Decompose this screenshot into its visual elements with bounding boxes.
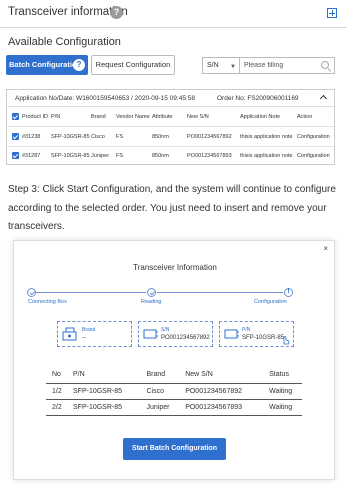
transceiver-dialog: × Transceiver Information Connecting Box… [13, 240, 335, 480]
step-label: Configuration [254, 299, 287, 305]
card-label: Brand [82, 327, 96, 333]
pn-card: P/N SFP-10GSR-85 [219, 321, 294, 347]
card-value: SFP-10GSR-85 [242, 335, 285, 341]
stepper-line [36, 292, 146, 293]
column-header: Brand [91, 114, 106, 120]
cell-product-id: #31287 [22, 153, 41, 159]
configuration-link[interactable]: Configuration [297, 153, 330, 159]
card-label: S/N [161, 327, 170, 333]
cell-sn: PO001234567893 [187, 153, 232, 159]
column-header: Brand [140, 367, 180, 384]
column-header: Action [297, 114, 313, 120]
checkbox-checked-icon[interactable] [12, 133, 19, 140]
cell-brand: Cisco [91, 134, 105, 140]
help-icon[interactable]: ? [73, 59, 85, 71]
search-field-select[interactable]: S/N ▼ [202, 57, 240, 74]
cell-pn: SFP-10GSR-85 [67, 399, 141, 416]
chevron-down-icon: ▼ [230, 64, 236, 70]
order-header[interactable]: Application No/Date: W1600159540653 / 20… [7, 90, 334, 107]
column-header: Attribute [152, 114, 173, 120]
cell-sn: PO001234567892 [179, 383, 264, 400]
step-instructions: Step 3: Click Start Configuration, and t… [8, 184, 336, 233]
cell-pn: SFP-10GSR-85 [51, 134, 90, 140]
cell-pn: SFP-10GSR-85 [51, 153, 90, 159]
cell-no: 2/2 [46, 399, 67, 416]
box-icon [62, 327, 77, 341]
configuration-link[interactable]: Configuration [297, 134, 330, 140]
cell-vendor: FS [116, 153, 124, 159]
expand-icon[interactable] [327, 8, 337, 18]
cell-no: 1/2 [46, 383, 67, 400]
cell-sn: PO001234567892 [187, 134, 232, 140]
start-batch-configuration-button[interactable]: Start Batch Configuration [123, 438, 226, 460]
application-number: Application No/Date: W1600159540653 / 20… [15, 95, 195, 102]
order-number: Order No: FS200906001169 [217, 95, 299, 102]
divider [7, 146, 334, 147]
section-title: Available Configuration [8, 36, 121, 48]
table-row: 1/2 SFP-10GSR-85 Cisco PO001234567892 Wa… [46, 383, 302, 400]
step-label: Reading [141, 299, 162, 305]
transceiver-icon [143, 329, 158, 339]
status-table: No P/N Brand New S/N Status 1/2 SFP-10GS… [46, 367, 302, 416]
divider [7, 126, 334, 127]
cell-status: Waiting [263, 399, 302, 416]
search-icon[interactable] [321, 61, 329, 69]
card-label: P/N [242, 327, 251, 333]
table-header-row: No P/N Brand New S/N Status [46, 367, 302, 384]
column-header: Status [263, 367, 302, 384]
help-icon[interactable]: ? [110, 6, 123, 19]
stepper-line [157, 292, 283, 293]
chevron-up-icon[interactable] [319, 94, 328, 103]
hand-pointer-icon [283, 336, 290, 345]
step-complete-icon [27, 288, 36, 297]
order-card: Application No/Date: W1600159540653 / 20… [6, 89, 335, 165]
cell-pn: SFP-10GSR-85 [67, 383, 141, 400]
cell-vendor: FS [116, 134, 124, 140]
checkbox-checked-icon[interactable] [12, 113, 19, 120]
cell-product-id: #31238 [22, 134, 41, 140]
tab-batch-label: Batch Configuration [9, 60, 82, 69]
card-value: -- [82, 335, 86, 341]
dialog-title: Transceiver Information [133, 263, 217, 272]
step-label: Connecting Box [28, 299, 67, 305]
column-header: Application Note [240, 114, 281, 120]
tab-request-configuration[interactable]: Request Configuration [91, 55, 175, 75]
tab-batch-configuration[interactable]: Batch Configuration ? [6, 55, 88, 75]
column-header: Vendor Name [116, 114, 150, 120]
step-current-icon [284, 288, 293, 297]
column-header: Product ID [22, 114, 48, 120]
cell-note: thisis application note [240, 153, 293, 159]
search-field-value: S/N [207, 62, 219, 69]
transceiver-icon [224, 329, 239, 339]
cell-brand: Cisco [140, 383, 180, 400]
brand-card: Brand -- [57, 321, 132, 347]
cell-note: thisis application note [240, 134, 293, 140]
cell-brand: Juniper [140, 399, 180, 416]
cell-sn: PO001234567893 [179, 399, 264, 416]
sn-card: S/N PO001234567892 [138, 321, 213, 347]
cell-status: Waiting [263, 383, 302, 400]
cell-attribute: 850nm [152, 153, 169, 159]
column-header: New S/N [179, 367, 264, 384]
column-header: P/N [51, 114, 61, 120]
step-complete-icon [147, 288, 156, 297]
close-icon[interactable]: × [323, 244, 328, 253]
column-header: P/N [67, 367, 141, 384]
column-header: New S/N [187, 114, 209, 120]
cell-brand: Juniper [91, 153, 110, 159]
cell-attribute: 850nm [152, 134, 169, 140]
table-row: 2/2 SFP-10GSR-85 Juniper PO001234567893 … [46, 399, 302, 416]
checkbox-checked-icon[interactable] [12, 152, 19, 159]
column-header: No [46, 367, 67, 384]
card-value: PO001234567892 [161, 335, 210, 341]
panel-header: Transceiver information ? [0, 0, 347, 28]
